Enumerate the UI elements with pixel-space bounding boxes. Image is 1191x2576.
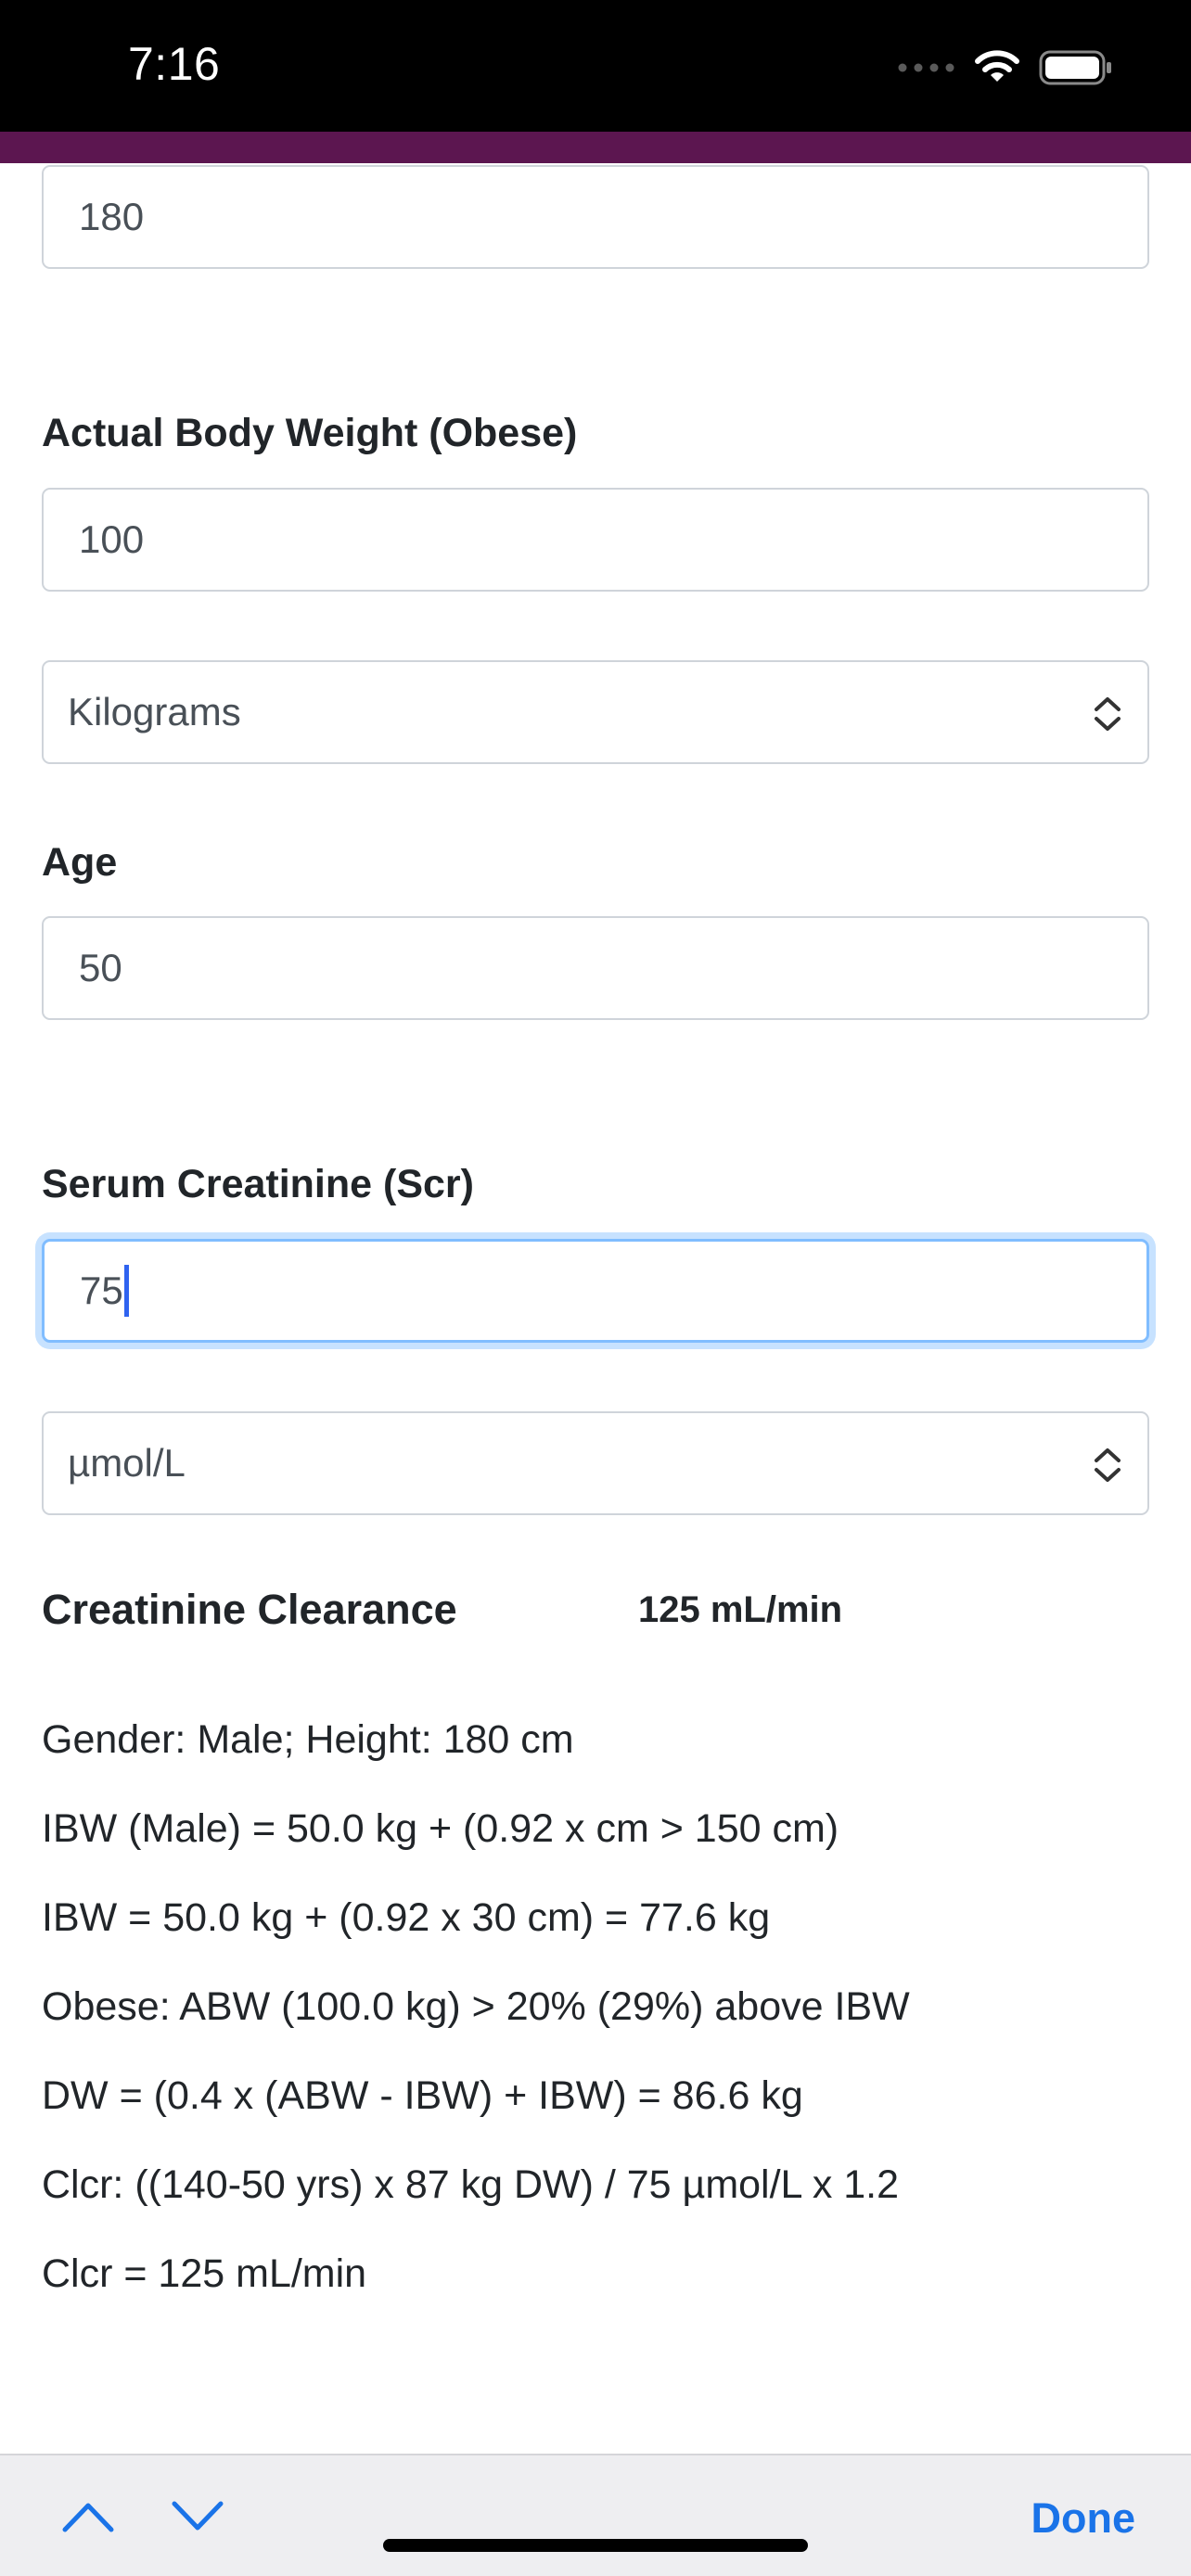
keyboard-accessory-bar: Done [0, 2454, 1191, 2576]
weight-label: Actual Body Weight (Obese) [42, 411, 578, 455]
scr-unit-value: µmol/L [68, 1441, 186, 1485]
calc-line: IBW (Male) = 50.0 kg + (0.92 x cm > 150 … [42, 1806, 839, 1851]
header-band [0, 132, 1191, 163]
status-icons [898, 46, 1113, 89]
result-value: 125 mL/min [638, 1589, 843, 1630]
age-input[interactable]: 50 [42, 916, 1149, 1020]
height-input[interactable]: 180 [42, 165, 1149, 269]
chevron-down-icon[interactable] [171, 2500, 224, 2533]
calc-line: IBW = 50.0 kg + (0.92 x 30 cm) = 77.6 kg [42, 1895, 771, 1940]
scr-unit-select[interactable]: µmol/L [42, 1411, 1149, 1515]
weight-value: 100 [79, 517, 145, 561]
scr-input[interactable]: 75 [42, 1239, 1149, 1343]
wifi-icon [975, 50, 1019, 82]
calc-line: Obese: ABW (100.0 kg) > 20% (29%) above … [42, 1984, 910, 2029]
height-value: 180 [79, 195, 145, 238]
result-label: Creatinine Clearance [42, 1586, 457, 1633]
text-caret [123, 1265, 129, 1317]
done-button[interactable]: Done [1031, 2494, 1136, 2543]
select-arrows-icon [1095, 697, 1121, 731]
weight-unit-select[interactable]: Kilograms [42, 660, 1149, 764]
calc-line: DW = (0.4 x (ABW - IBW) + IBW) = 86.6 kg [42, 2073, 803, 2118]
status-time: 7:16 [128, 38, 221, 90]
calc-line: Clcr: ((140-50 yrs) x 87 kg DW) / 75 µmo… [42, 2162, 900, 2207]
select-arrows-icon [1095, 1448, 1121, 1482]
scr-value: 75 [80, 1269, 123, 1312]
age-value: 50 [79, 946, 122, 989]
calc-line: Gender: Male; Height: 180 cm [42, 1717, 574, 1762]
calc-line: Clcr = 125 mL/min [42, 2251, 367, 2296]
weight-unit-value: Kilograms [68, 690, 241, 733]
home-indicator [383, 2539, 808, 2552]
weight-input[interactable]: 100 [42, 488, 1149, 592]
cellular-dots-icon [898, 63, 954, 72]
status-bar: 7:16 [0, 0, 1191, 132]
battery-icon [1039, 50, 1111, 85]
chevron-up-icon[interactable] [61, 2500, 115, 2533]
age-label: Age [42, 840, 118, 885]
scr-label: Serum Creatinine (Scr) [42, 1162, 474, 1206]
